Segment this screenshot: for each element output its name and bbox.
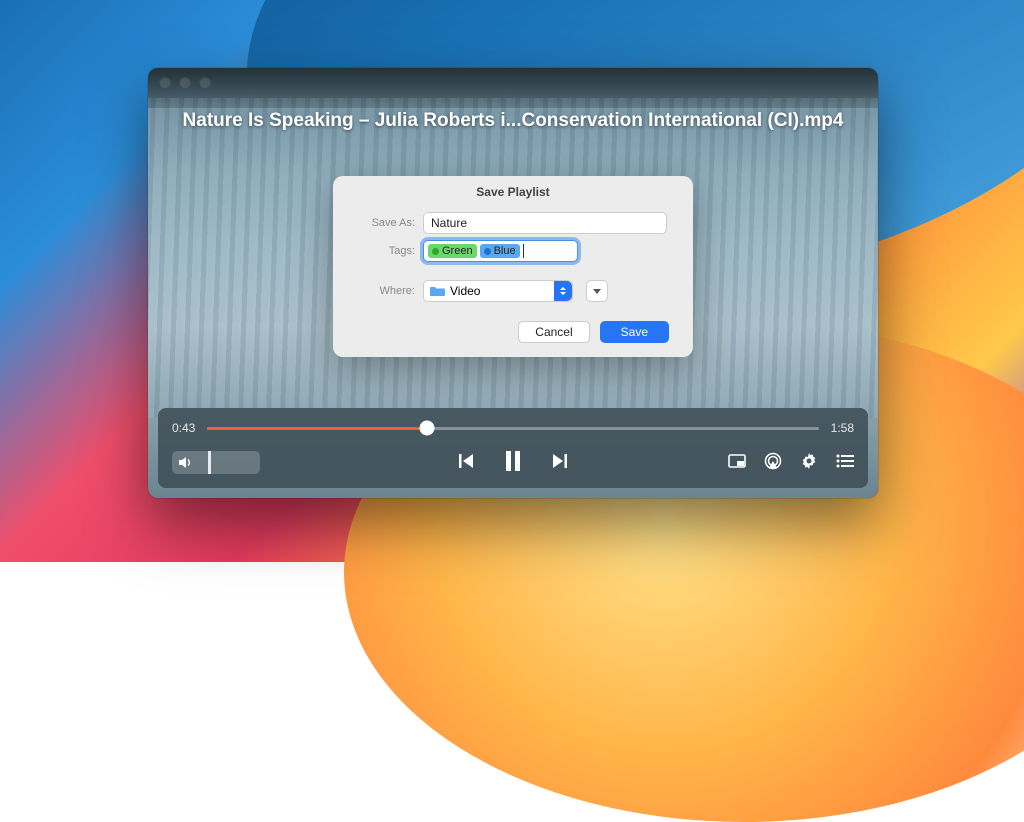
select-arrows-icon — [554, 281, 572, 301]
previous-button[interactable] — [457, 452, 475, 470]
save-button[interactable]: Save — [600, 321, 669, 343]
where-label: Where: — [359, 285, 415, 297]
tag-green[interactable]: Green — [428, 244, 477, 258]
text-cursor — [523, 244, 524, 258]
elapsed-time: 0:43 — [172, 421, 195, 435]
playback-controls: 0:43 1:58 — [158, 408, 868, 488]
save-as-input[interactable]: Nature — [423, 212, 667, 234]
tag-dot-icon — [432, 248, 439, 255]
settings-button[interactable] — [800, 452, 818, 470]
transport-controls — [457, 438, 569, 472]
dialog-title: Save Playlist — [333, 176, 693, 209]
tags-label: Tags: — [359, 245, 415, 257]
pip-button[interactable] — [728, 454, 746, 469]
close-window-button[interactable] — [159, 77, 171, 89]
tag-dot-icon — [484, 248, 491, 255]
save-as-row: Save As: Nature — [333, 209, 693, 237]
tags-input[interactable]: Green Blue — [423, 240, 578, 262]
video-title: Nature Is Speaking – Julia Roberts i...C… — [148, 110, 878, 132]
window-controls — [159, 77, 211, 89]
progress-slider[interactable] — [207, 427, 818, 430]
where-value: Video — [450, 284, 480, 298]
volume-slider[interactable] — [172, 451, 260, 474]
tags-row: Tags: Green Blue — [333, 237, 693, 265]
progress-row: 0:43 1:58 — [158, 408, 868, 435]
pause-button[interactable] — [503, 450, 523, 472]
zoom-window-button[interactable] — [199, 77, 211, 89]
volume-thumb[interactable] — [208, 451, 211, 474]
folder-icon — [430, 285, 445, 297]
save-as-label: Save As: — [359, 217, 415, 229]
where-row: Where: Video — [333, 277, 693, 305]
expand-dialog-button[interactable] — [586, 280, 608, 302]
airplay-button[interactable] — [764, 452, 782, 470]
volume-icon — [178, 456, 192, 469]
playlist-button[interactable] — [836, 454, 854, 468]
save-playlist-dialog: Save Playlist Save As: Nature Tags: Gree… — [333, 176, 693, 357]
progress-fill — [207, 427, 427, 430]
where-select[interactable]: Video — [423, 280, 573, 302]
video-player-window: Nature Is Speaking – Julia Roberts i...C… — [148, 68, 878, 498]
cancel-button[interactable]: Cancel — [518, 321, 589, 343]
tag-blue[interactable]: Blue — [480, 244, 520, 258]
dialog-button-row: Cancel Save — [333, 305, 693, 345]
remaining-time: 1:58 — [831, 421, 854, 435]
volume-track[interactable] — [198, 451, 254, 474]
save-as-value: Nature — [431, 216, 467, 230]
progress-thumb[interactable] — [420, 421, 435, 436]
minimize-window-button[interactable] — [179, 77, 191, 89]
next-button[interactable] — [551, 452, 569, 470]
right-controls — [728, 440, 854, 470]
button-row — [158, 435, 868, 475]
